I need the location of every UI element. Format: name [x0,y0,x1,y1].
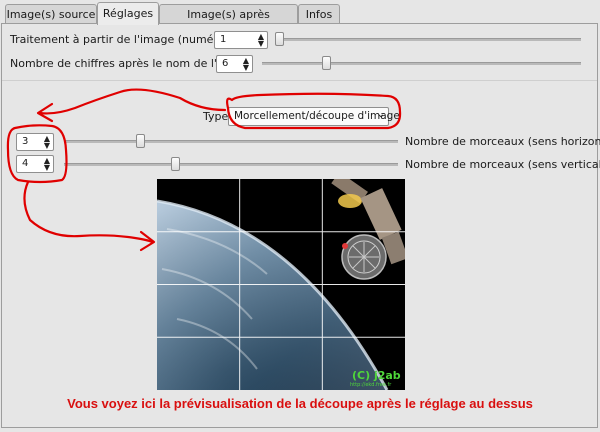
pieces-vertical-slider[interactable] [64,157,398,171]
watermark-url: http://ekd.free.fr [350,382,392,388]
slider-track [64,140,398,143]
pieces-vertical-value: 4 [22,158,29,169]
tab-infos[interactable]: Infos [298,4,340,23]
tab-image-source[interactable]: Image(s) source [5,4,97,23]
type-combobox[interactable]: Morcellement/découpe d'image ⌄ [228,107,400,126]
start-image-spinbox[interactable]: 1 ▲ ▼ [214,31,268,49]
slider-track [275,38,581,41]
type-label: Type [203,110,229,123]
slider-handle[interactable] [322,56,331,70]
tab-images-apres-traitement[interactable]: Image(s) après traitement [159,4,298,40]
preview-image: (C) j2ab http://ekd.free.fr [157,179,405,390]
digits-slider[interactable] [262,56,581,70]
earth-space-image [157,179,405,390]
watermark-text: (C) j2ab [352,369,401,382]
tab-bar: Image(s) source Réglages Image(s) après … [0,0,600,40]
slider-handle[interactable] [171,157,180,171]
pieces-vertical-label: Nombre de morceaux (sens vertical) [405,158,600,171]
start-image-slider[interactable] [275,32,581,46]
digits-value: 6 [222,58,229,69]
spin-arrows-icon[interactable]: ▲ ▼ [43,135,51,150]
start-image-label: Traitement à partir de l'image (numéro) [10,33,229,46]
tab-reglages[interactable]: Réglages [97,2,159,25]
slider-handle[interactable] [136,134,145,148]
pieces-horizontal-spinbox[interactable]: 3 ▲ ▼ [16,133,54,151]
type-combobox-value: Morcellement/découpe d'image [234,110,400,122]
spin-arrows-icon[interactable]: ▲ ▼ [242,57,250,72]
pieces-vertical-spinbox[interactable]: 4 ▲ ▼ [16,155,54,173]
slider-handle[interactable] [275,32,284,46]
spin-arrows-icon[interactable]: ▲ ▼ [43,157,51,172]
section-divider [2,80,597,81]
pieces-horizontal-slider[interactable] [64,134,398,148]
start-image-value: 1 [220,34,227,45]
pieces-horizontal-label: Nombre de morceaux (sens horizontal) [405,135,600,148]
slider-track [262,62,581,65]
spin-arrows-icon[interactable]: ▲ ▼ [257,33,265,48]
digits-spinbox[interactable]: 6 ▲ ▼ [216,55,253,73]
chevron-down-icon: ⌄ [376,109,385,120]
pieces-horizontal-value: 3 [22,136,29,147]
annotation-caption: Vous voyez ici la prévisualisation de la… [67,396,533,411]
slider-track [64,163,398,166]
